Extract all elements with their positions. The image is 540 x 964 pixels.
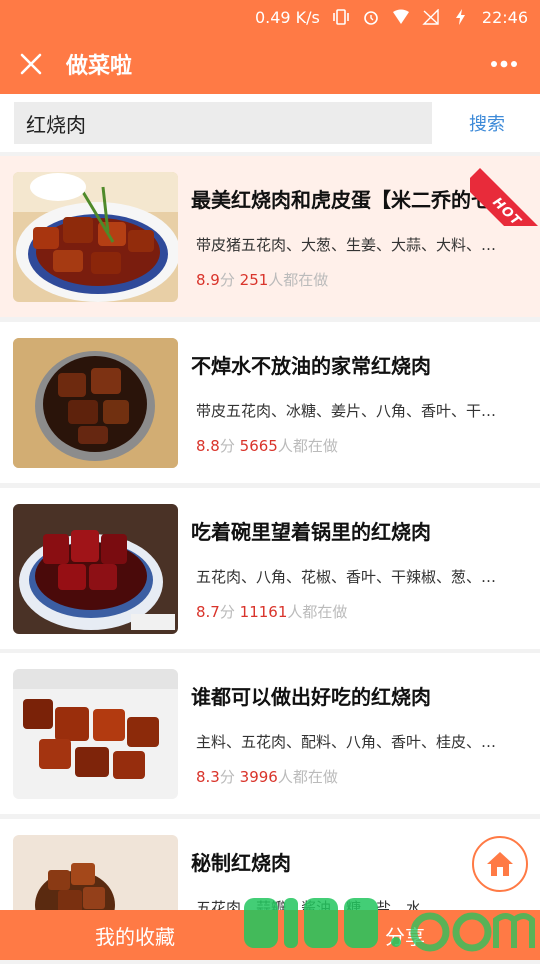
bottom-bar: 我的收藏 分享 [0, 910, 540, 960]
recipe-count: 11161 [239, 603, 288, 621]
recipe-rating: 8.9 [196, 271, 220, 289]
recipe-ingredients: 主料、五花肉、配料、八角、香叶、桂皮、… [196, 733, 497, 751]
recipe-stats: 8.7分 11161人都在做 [196, 601, 347, 622]
alarm-icon [362, 9, 380, 25]
hot-label: HOT [470, 168, 540, 226]
recipe-title: 不焯水不放油的家常红烧肉 [191, 354, 431, 378]
recipe-count: 251 [239, 271, 269, 289]
rating-unit: 分 [219, 768, 235, 786]
clock: 22:46 [481, 7, 528, 27]
charging-icon [452, 9, 470, 25]
recipe-card[interactable]: 谁都可以做出好吃的红烧肉 主料、五花肉、配料、八角、香叶、桂皮、… 8.3分 3… [0, 653, 540, 814]
recipe-count: 3996 [239, 768, 278, 786]
vibrate-icon [332, 9, 350, 25]
recipe-list: 最美红烧肉和虎皮蛋【米二乔的七… 带皮猪五花肉、大葱、生姜、大蒜、大料、… 8.… [0, 156, 540, 910]
search-button[interactable]: 搜索 [452, 102, 522, 144]
recipe-stats: 8.9分 251人都在做 [196, 269, 328, 290]
count-suffix: 人都在做 [268, 271, 329, 289]
count-suffix: 人都在做 [277, 768, 338, 786]
recipe-rating: 8.8 [196, 437, 220, 455]
recipe-ingredients: 五花肉、蒜瓣、酱油、糖、盐、水 [196, 899, 422, 910]
recipe-card[interactable]: 不焯水不放油的家常红烧肉 带皮五花肉、冰糖、姜片、八角、香叶、干… 8.8分 5… [0, 322, 540, 483]
recipe-ingredients: 带皮五花肉、冰糖、姜片、八角、香叶、干… [196, 402, 497, 420]
recipe-rating: 8.3 [196, 768, 220, 786]
recipe-card[interactable]: 吃着碗里望着锅里的红烧肉 五花肉、八角、花椒、香叶、干辣椒、葱、… 8.7分 1… [0, 488, 540, 649]
recipe-image [13, 338, 178, 468]
count-suffix: 人都在做 [277, 437, 338, 455]
net-speed: 0.49 K/s [254, 7, 320, 27]
search-bar: 搜索 [0, 94, 540, 152]
recipe-stats: 8.8分 5665人都在做 [196, 435, 338, 456]
wifi-icon [392, 9, 410, 25]
recipe-stats: 8.3分 3996人都在做 [196, 766, 338, 787]
recipe-ingredients: 带皮猪五花肉、大葱、生姜、大蒜、大料、… [196, 236, 497, 254]
recipe-title: 吃着碗里望着锅里的红烧肉 [191, 520, 431, 544]
recipe-image [13, 669, 178, 799]
recipe-title: 谁都可以做出好吃的红烧肉 [191, 685, 431, 709]
app-bar: 做菜啦 [0, 34, 540, 94]
recipe-image [13, 835, 178, 910]
recipe-image [13, 504, 178, 634]
favorites-button[interactable]: 我的收藏 [0, 910, 270, 960]
close-icon[interactable] [16, 49, 46, 79]
recipe-count: 5665 [239, 437, 278, 455]
count-suffix: 人都在做 [287, 603, 348, 621]
recipe-ingredients: 五花肉、八角、花椒、香叶、干辣椒、葱、… [196, 568, 497, 586]
home-icon [487, 852, 513, 876]
status-bar: 0.49 K/s 22:46 [0, 0, 540, 34]
recipe-card[interactable]: 秘制红烧肉 五花肉、蒜瓣、酱油、糖、盐、水 [0, 819, 540, 910]
share-button[interactable]: 分享 [270, 910, 540, 960]
recipe-rating: 8.7 [196, 603, 220, 621]
more-dots-icon[interactable] [484, 49, 524, 79]
page-title: 做菜啦 [66, 54, 133, 79]
search-input[interactable] [14, 102, 432, 144]
rating-unit: 分 [219, 437, 235, 455]
hot-badge: HOT [470, 156, 540, 226]
home-button[interactable] [472, 836, 528, 892]
no-signal-icon [422, 8, 440, 25]
rating-unit: 分 [219, 603, 235, 621]
recipe-image [13, 172, 178, 302]
rating-unit: 分 [219, 271, 235, 289]
recipe-card[interactable]: 最美红烧肉和虎皮蛋【米二乔的七… 带皮猪五花肉、大葱、生姜、大蒜、大料、… 8.… [0, 156, 540, 317]
